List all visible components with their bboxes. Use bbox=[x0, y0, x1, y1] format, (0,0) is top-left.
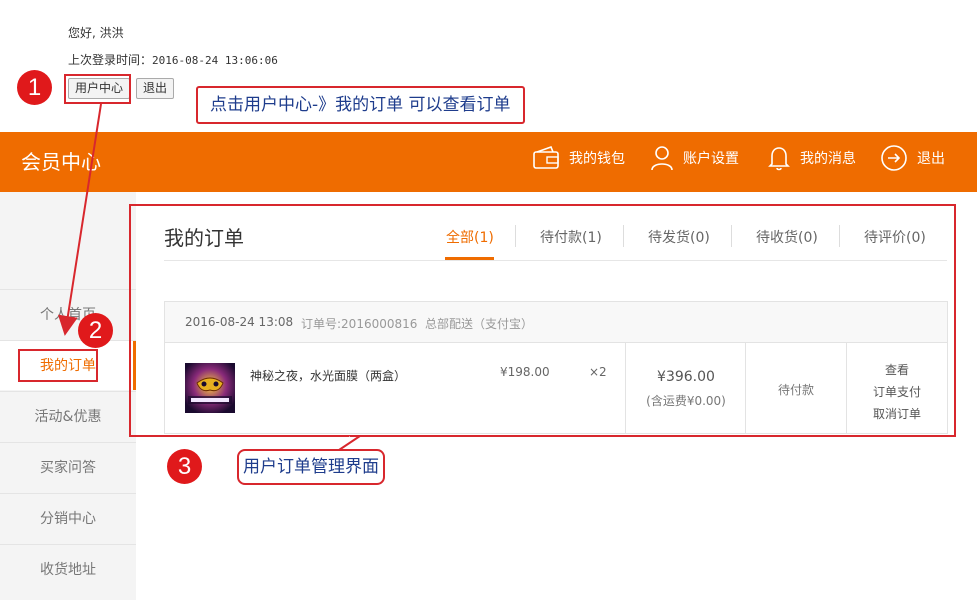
step-badge-1: 1 bbox=[17, 70, 52, 105]
step-badge-2: 2 bbox=[78, 313, 113, 348]
step-badge-3: 3 bbox=[167, 449, 202, 484]
annotation-note-1: 点击用户中心-》我的订单 可以查看订单 bbox=[196, 86, 525, 124]
annotation-note-3: 用户订单管理界面 bbox=[237, 449, 385, 485]
